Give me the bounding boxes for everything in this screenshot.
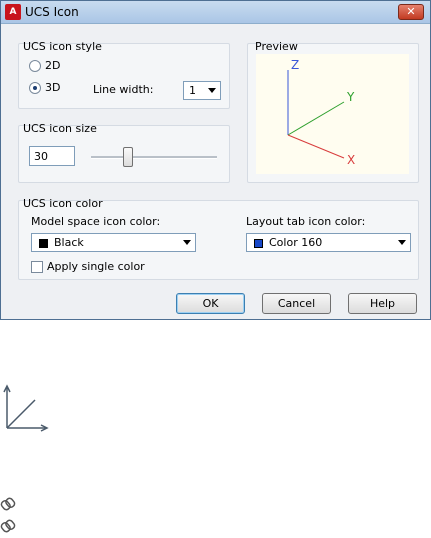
radio-2d[interactable]: 2D (29, 59, 69, 73)
layout-color-swatch (254, 239, 263, 248)
ucs-icon-size-group: UCS icon size 30 (18, 122, 230, 183)
y-axis-label: Y (346, 90, 355, 104)
line-width-label: Line width: (93, 83, 154, 96)
chain-link-icon[interactable] (0, 496, 16, 512)
radio-3d-circle[interactable] (29, 82, 41, 94)
radio-2d-label: 2D (45, 59, 61, 72)
icon-size-slider-thumb[interactable] (123, 147, 133, 167)
title-bar[interactable]: A UCS Icon ✕ (1, 1, 430, 24)
chevron-down-icon (398, 240, 406, 245)
x-axis-label: X (347, 153, 355, 167)
cancel-button[interactable]: Cancel (262, 293, 331, 314)
color-group-label: UCS icon color (23, 197, 103, 210)
ucs-icon-dialog: A UCS Icon ✕ UCS icon style 2D 3D Line w… (0, 0, 431, 320)
radio-2d-circle[interactable] (29, 60, 41, 72)
icon-size-input[interactable]: 30 (29, 146, 75, 166)
layout-color-value: Color 160 (269, 236, 323, 249)
apply-single-color-checkbox[interactable] (31, 261, 43, 273)
line-width-value: 1 (189, 84, 196, 97)
radio-3d[interactable]: 3D (29, 81, 69, 95)
model-space-color-label: Model space icon color: (31, 215, 161, 228)
preview-group: Preview Z Y X (247, 40, 419, 183)
dialog-title: UCS Icon (25, 5, 79, 19)
z-axis-label: Z (291, 58, 299, 72)
model-color-value: Black (54, 236, 84, 249)
ucs-world-svg (3, 384, 49, 432)
layout-tab-color-select[interactable]: Color 160 (246, 233, 411, 252)
chevron-down-icon (183, 240, 191, 245)
apply-single-color-label: Apply single color (47, 260, 145, 273)
x-axis-line (287, 134, 345, 159)
preview-label: Preview (255, 40, 298, 53)
autocad-app-icon: A (5, 4, 21, 20)
model-color-swatch (39, 239, 48, 248)
close-icon: ✕ (406, 5, 416, 18)
model-space-color-select[interactable]: Black (31, 233, 196, 252)
ok-button[interactable]: OK (176, 293, 245, 314)
layout-tab-color-label: Layout tab icon color: (246, 215, 366, 228)
ucs-icon-color-group: UCS icon color Model space icon color: B… (18, 197, 419, 280)
close-button[interactable]: ✕ (398, 4, 424, 20)
ucs-world-icon (2, 383, 52, 433)
apply-single-color-option[interactable]: Apply single color (31, 260, 161, 274)
preview-canvas: Z Y X (256, 54, 409, 174)
chevron-down-icon (208, 88, 216, 93)
size-group-label: UCS icon size (23, 122, 97, 135)
radio-3d-label: 3D (45, 81, 61, 94)
ucs-icon-style-group: UCS icon style 2D 3D Line width: 1 (18, 40, 230, 109)
y-axis-line (287, 101, 345, 136)
style-group-label: UCS icon style (23, 40, 102, 53)
line-width-select[interactable]: 1 (183, 81, 221, 100)
ucs-preview-svg: Z Y X (287, 58, 355, 167)
chain-link-icon[interactable] (0, 518, 16, 534)
help-button[interactable]: Help (348, 293, 417, 314)
icon-size-slider-track[interactable] (91, 156, 217, 159)
icon-size-value: 30 (34, 150, 48, 163)
